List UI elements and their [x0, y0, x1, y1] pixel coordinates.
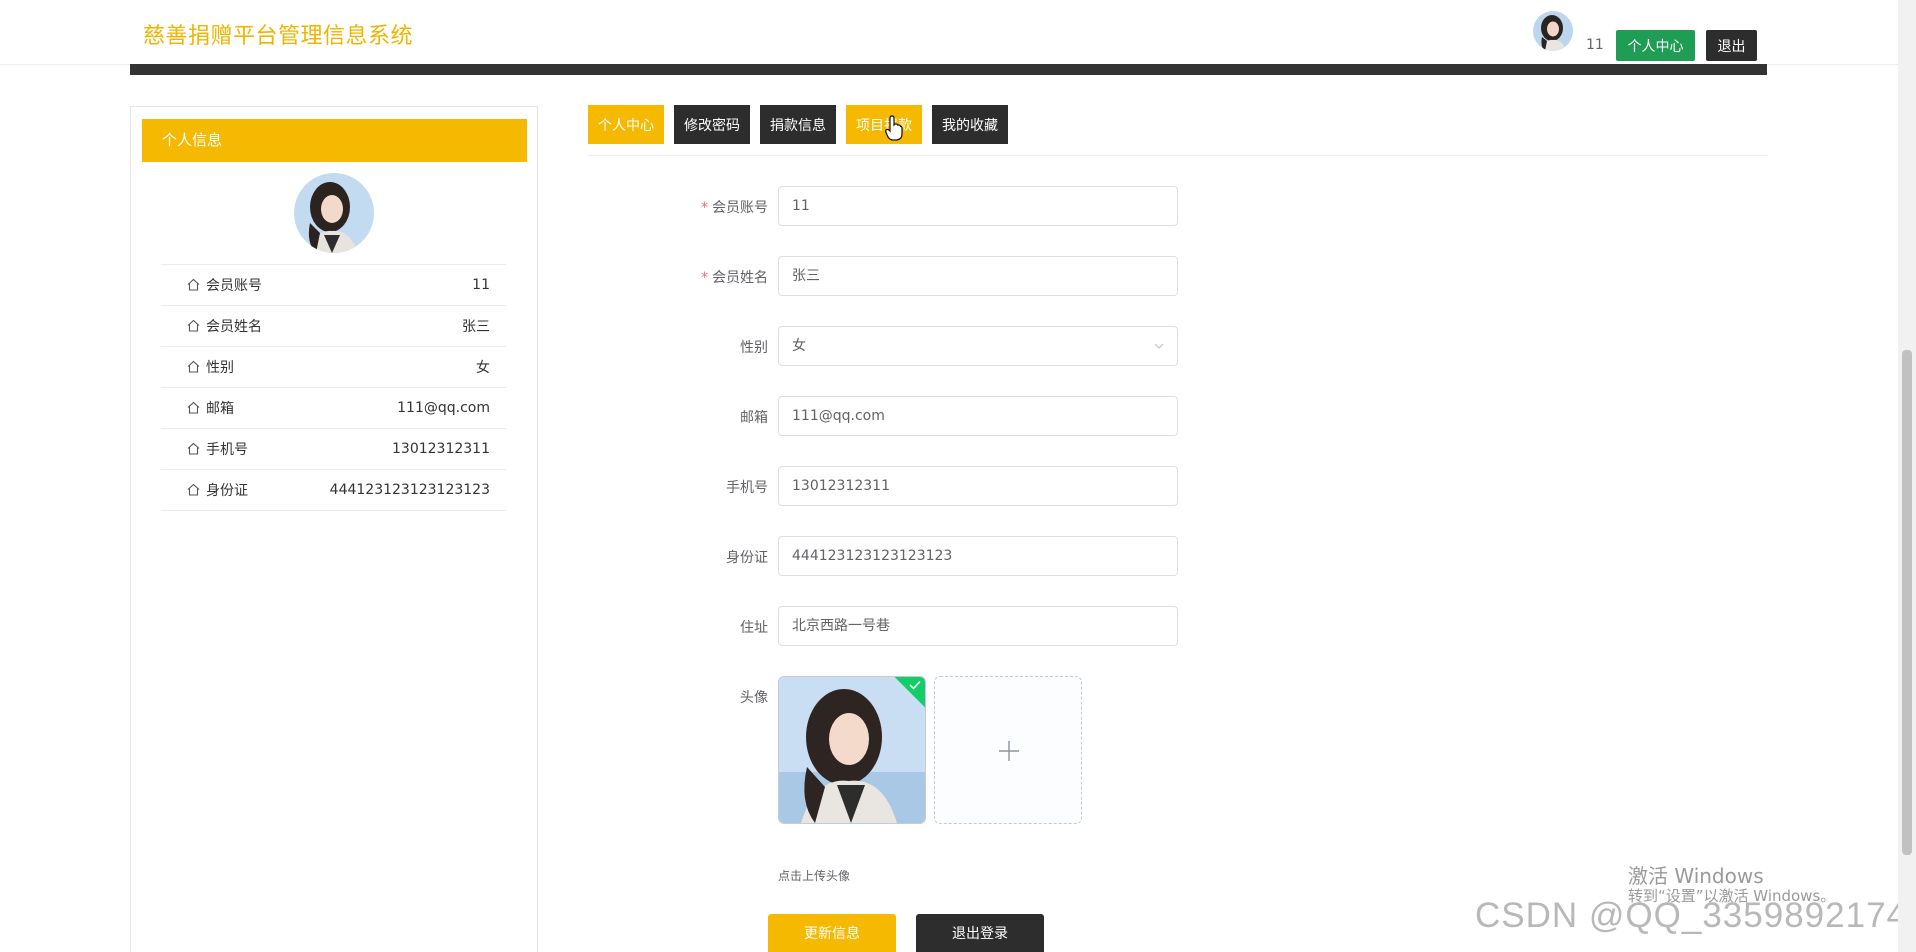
site-brand[interactable]: 慈善捐赠平台管理信息系统 — [143, 18, 413, 50]
info-label: 会员姓名 — [206, 319, 262, 335]
panel-avatar — [294, 173, 374, 253]
label-address: 住址 — [740, 620, 768, 636]
page-scrollbar[interactable] — [1898, 0, 1916, 952]
top-header: 慈善捐赠平台管理信息系统 11 个人中心 退出 — [0, 0, 1898, 65]
uploaded-avatar-thumbnail[interactable] — [778, 676, 926, 824]
idcard-input[interactable]: 444123123123123123 — [778, 536, 1178, 576]
tab-donation-info[interactable]: 捐款信息 — [760, 105, 836, 144]
header-divider-bar — [130, 64, 1767, 75]
upload-tip: 点击上传头像 — [778, 869, 851, 883]
info-value: 13012312311 — [392, 441, 490, 457]
phone-input[interactable]: 13012312311 — [778, 466, 1178, 506]
logout-button[interactable]: 退出登录 — [916, 914, 1044, 952]
info-value: 张三 — [462, 319, 490, 335]
label-email: 邮箱 — [740, 410, 768, 426]
info-row-name: 会员姓名 张三 — [161, 306, 506, 347]
home-icon — [187, 442, 200, 455]
home-icon — [187, 360, 200, 373]
info-label: 邮箱 — [206, 401, 234, 417]
info-value: 11 — [472, 277, 490, 293]
tab-personal-center[interactable]: 个人中心 — [588, 105, 664, 144]
label-phone: 手机号 — [726, 480, 768, 496]
info-value: 女 — [476, 360, 490, 376]
name-input[interactable]: 张三 — [778, 256, 1178, 296]
tabs-divider — [588, 155, 1768, 156]
info-row-gender: 性别 女 — [161, 347, 506, 388]
label-gender: 性别 — [740, 340, 768, 356]
info-label: 手机号 — [206, 442, 248, 458]
home-icon — [187, 278, 200, 291]
gender-select[interactable]: 女 — [778, 326, 1178, 366]
info-value: 444123123123123123 — [329, 482, 490, 498]
header-username: 11 — [1586, 37, 1604, 53]
account-input[interactable]: 11 — [778, 186, 1178, 226]
info-row-email: 邮箱 111@qq.com — [161, 388, 506, 429]
avatar-upload-button[interactable] — [934, 676, 1082, 824]
home-icon — [187, 483, 200, 496]
tab-change-password[interactable]: 修改密码 — [674, 105, 750, 144]
csdn-watermark: CSDN @QQ_3359892174 — [1475, 896, 1907, 935]
info-label: 会员账号 — [206, 278, 262, 294]
check-icon — [909, 680, 921, 690]
update-info-button[interactable]: 更新信息 — [768, 914, 896, 952]
info-row-idcard: 身份证 444123123123123123 — [161, 470, 506, 511]
address-input[interactable]: 北京西路一号巷 — [778, 606, 1178, 646]
email-input[interactable]: 111@qq.com — [778, 396, 1178, 436]
gender-select-value: 女 — [792, 338, 806, 354]
label-avatar: 头像 — [740, 690, 768, 706]
chevron-down-icon — [1154, 343, 1164, 349]
info-row-account: 会员账号 11 — [161, 265, 506, 306]
home-icon — [187, 319, 200, 332]
header-avatar[interactable] — [1533, 11, 1573, 51]
label-idcard: 身份证 — [726, 550, 768, 566]
info-label: 身份证 — [206, 483, 248, 499]
header-logout-button[interactable]: 退出 — [1706, 30, 1757, 61]
label-account: * 会员账号 — [701, 200, 768, 216]
tab-my-favorites[interactable]: 我的收藏 — [932, 105, 1008, 144]
plus-icon — [999, 741, 1019, 761]
info-row-phone: 手机号 13012312311 — [161, 429, 506, 470]
scrollbar-thumb[interactable] — [1902, 350, 1912, 855]
personal-info-panel: 个人信息 会员账号 11 会员姓名 张三 性别 女 邮箱 111@qq.com … — [130, 106, 538, 952]
hand-cursor-icon — [885, 115, 903, 141]
personal-center-button[interactable]: 个人中心 — [1616, 30, 1695, 61]
panel-title: 个人信息 — [142, 119, 527, 162]
tab-project-donation[interactable]: 项目捐款 — [846, 105, 922, 144]
info-list: 会员账号 11 会员姓名 张三 性别 女 邮箱 111@qq.com 手机号 1… — [161, 264, 506, 511]
home-icon — [187, 401, 200, 414]
label-name: * 会员姓名 — [701, 270, 768, 286]
info-value: 111@qq.com — [397, 400, 490, 416]
info-label: 性别 — [206, 360, 234, 376]
